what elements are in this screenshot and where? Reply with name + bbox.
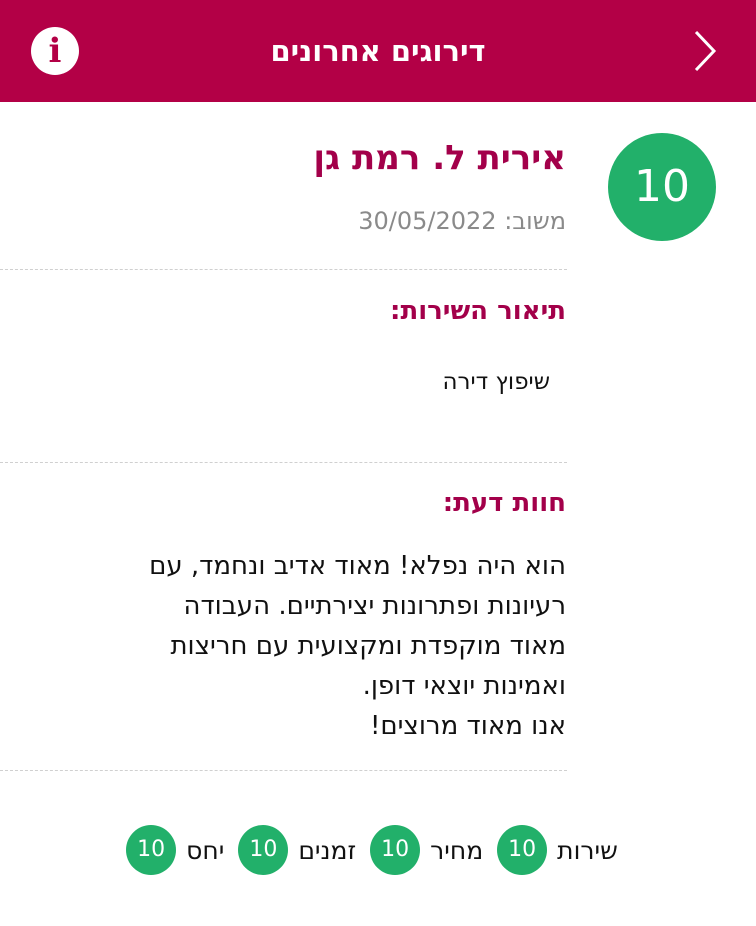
rating-score-badge: 10 <box>370 825 421 875</box>
opinion-text: הוא היה נפלא! מאוד אדיב ונחמד, עם רעיונו… <box>149 551 566 741</box>
category-ratings: שירות 10 מחיר 10 זמנים 10 יחס 10 <box>60 825 670 875</box>
rating-attitude: יחס 10 <box>126 825 224 875</box>
rating-label: שירות <box>557 835 618 865</box>
app-header: דירוגים אחרונים i <box>0 0 756 102</box>
rating-price: מחיר 10 <box>370 825 483 875</box>
rating-label: זמנים <box>298 835 357 865</box>
divider <box>0 770 567 771</box>
rating-label: מחיר <box>430 835 484 865</box>
service-description-text: שיפוץ דירה <box>442 369 551 395</box>
info-glyph: i <box>48 31 62 71</box>
page-title: דירוגים אחרונים <box>270 34 486 68</box>
review-date: משוב: 30/05/2022 <box>358 207 566 235</box>
info-icon[interactable]: i <box>31 27 79 75</box>
rating-score-badge: 10 <box>126 825 177 875</box>
rating-score-badge: 10 <box>238 825 289 875</box>
divider <box>0 462 567 463</box>
reviewer-name: אירית ל. רמת גן <box>313 138 566 178</box>
opinion-title: חוות דעת: <box>442 488 566 518</box>
rating-service: שירות 10 <box>497 825 618 875</box>
rating-label: יחס <box>186 835 225 865</box>
overall-score-badge: 10 <box>608 133 716 241</box>
rating-timing: זמנים 10 <box>238 825 356 875</box>
service-description-title: תיאור השירות: <box>390 296 566 326</box>
rating-score-badge: 10 <box>497 825 548 875</box>
divider <box>0 269 567 270</box>
